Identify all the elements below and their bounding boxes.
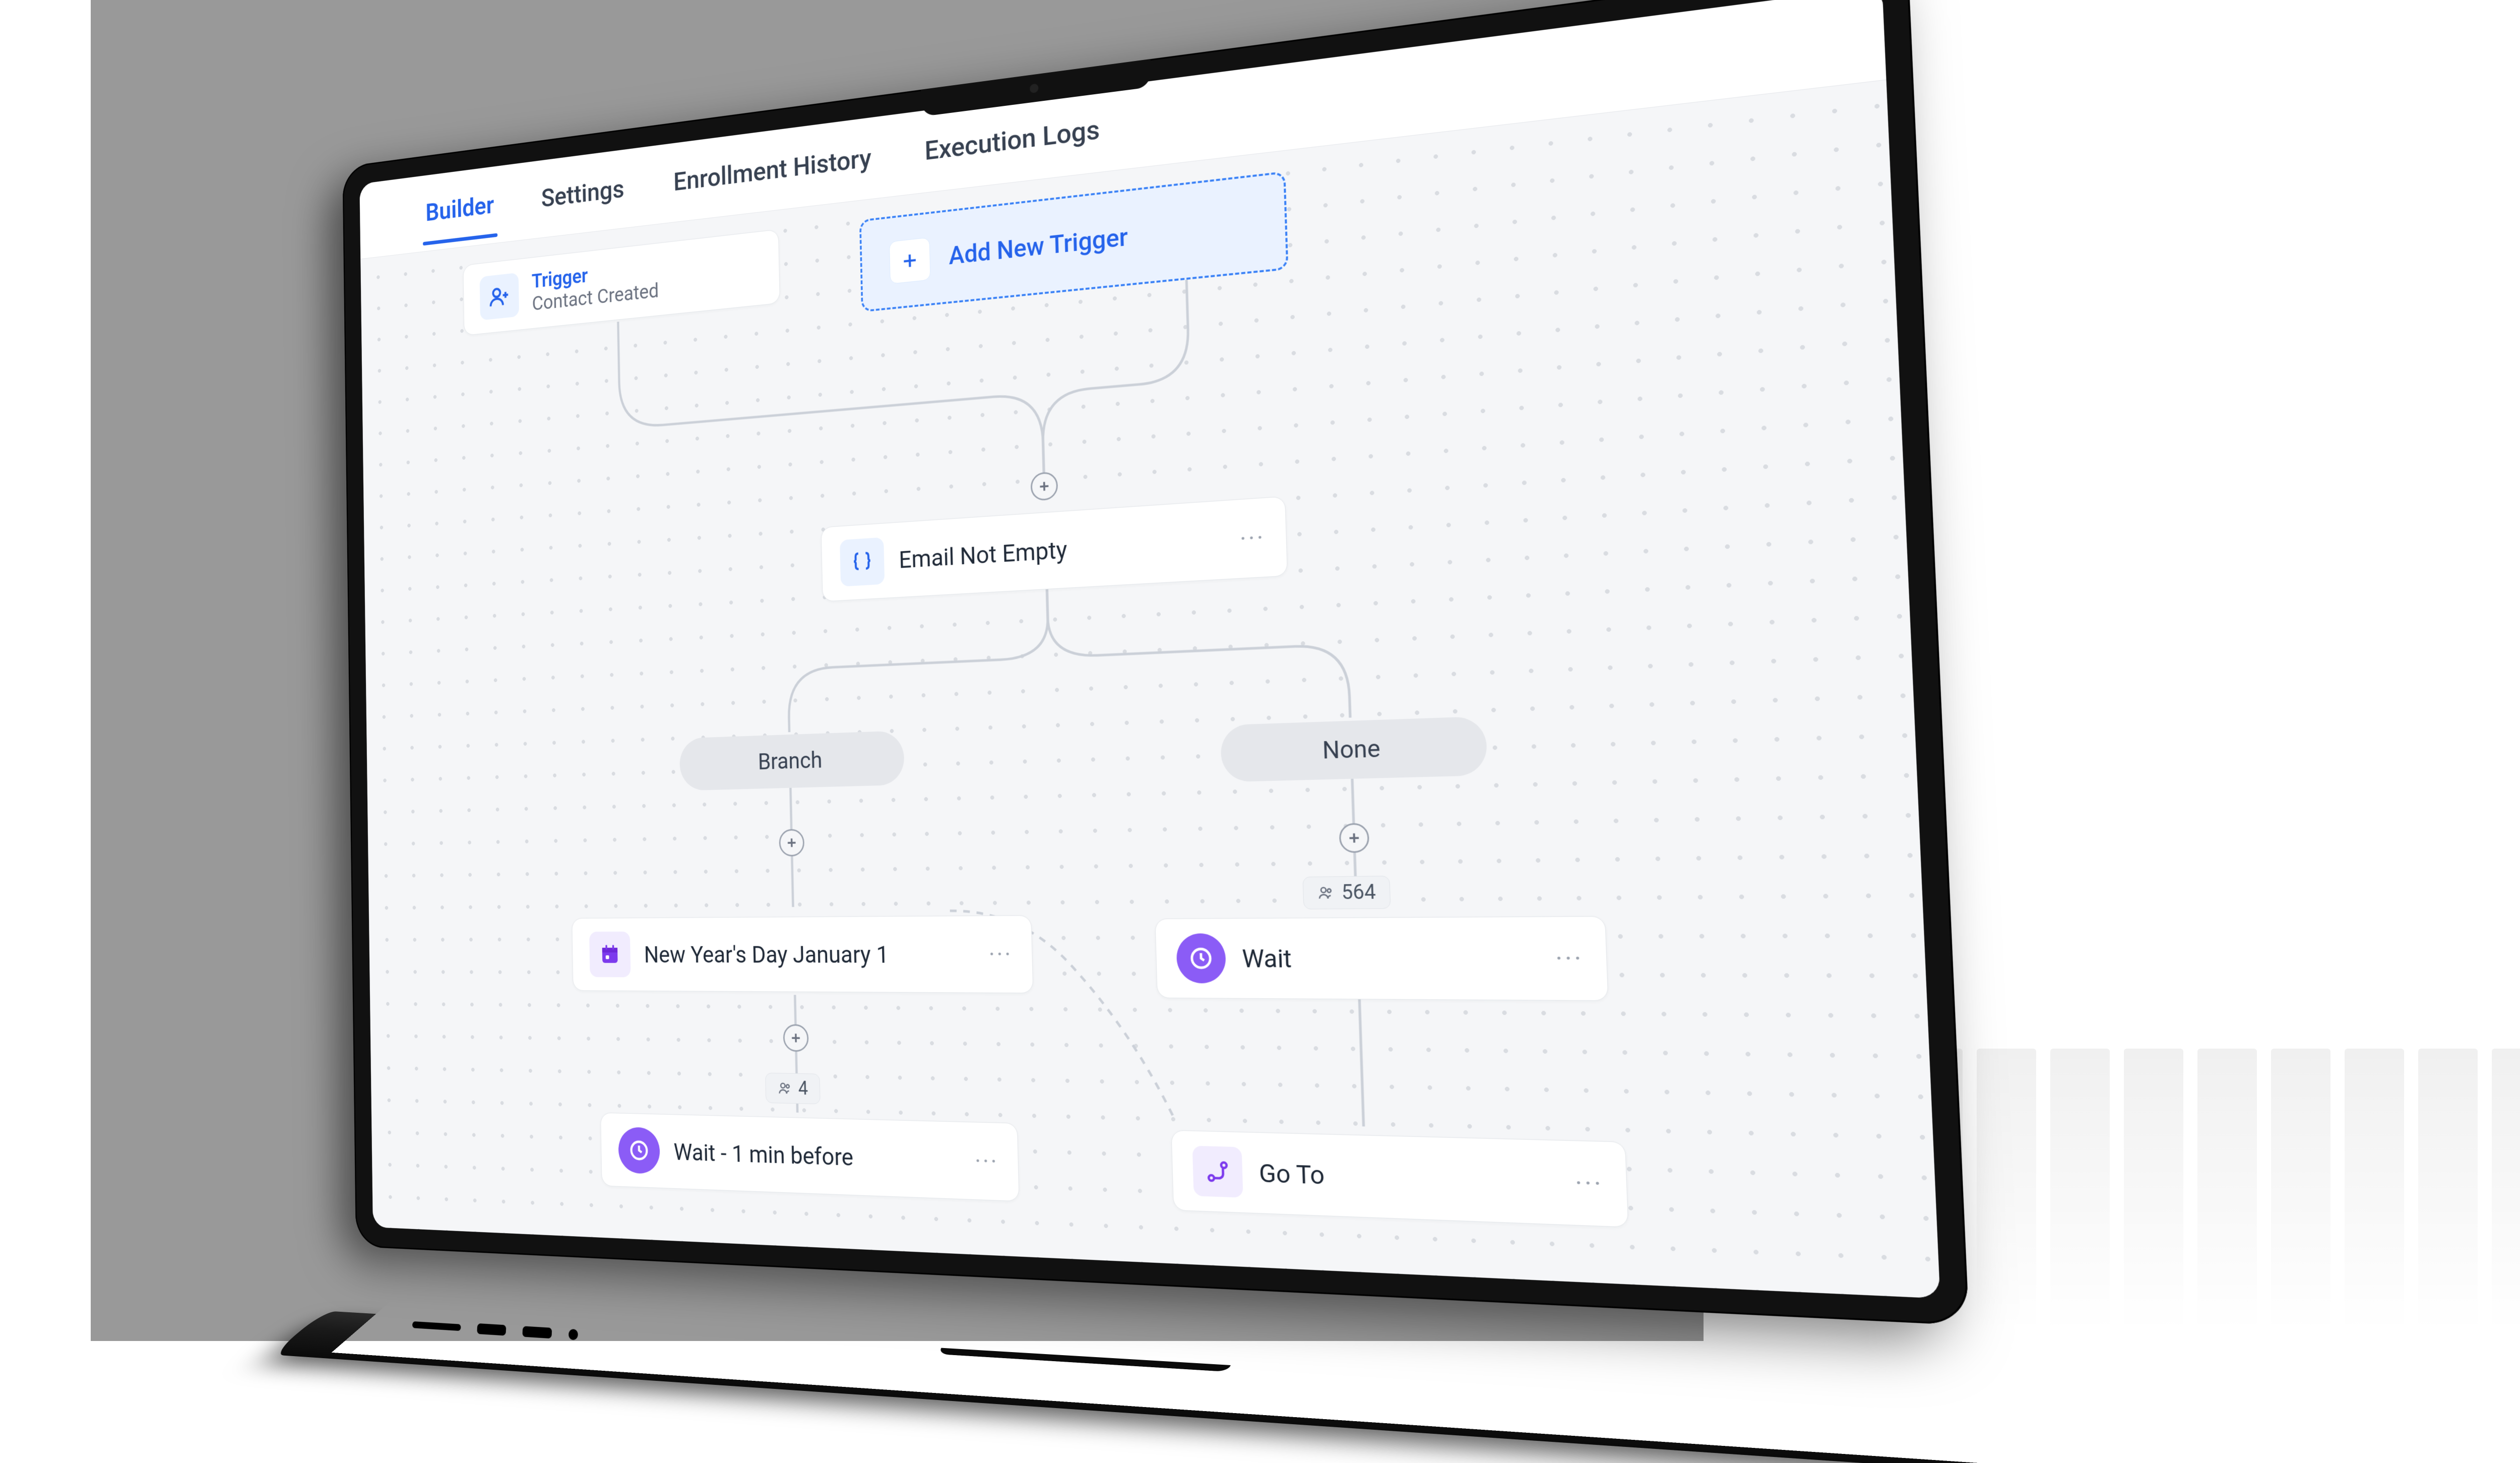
tab-bar: Builder Settings Enrollment History Exec…: [359, 0, 1886, 259]
goto-node[interactable]: Go To ···: [1171, 1130, 1628, 1228]
app-screen: Builder Settings Enrollment History Exec…: [359, 0, 1940, 1299]
enrollment-count-left: 4: [765, 1073, 821, 1105]
schedule-label: New Year's Day January 1: [644, 940, 889, 968]
wait-node-right[interactable]: Wait ···: [1155, 916, 1608, 1001]
trigger-node[interactable]: Trigger Contact Created: [463, 229, 780, 336]
more-icon[interactable]: ···: [974, 1146, 999, 1176]
add-trigger-label: Add New Trigger: [949, 223, 1128, 271]
count-value: 564: [1341, 881, 1376, 904]
more-icon[interactable]: ···: [1555, 943, 1584, 974]
schedule-node[interactable]: New Year's Day January 1 ···: [572, 916, 1033, 994]
more-icon[interactable]: ···: [1574, 1167, 1604, 1199]
condition-node[interactable]: Email Not Empty ···: [821, 496, 1288, 601]
branch-pill-left[interactable]: Branch: [679, 730, 905, 790]
count-value: 4: [798, 1078, 808, 1100]
user-plus-icon: [480, 273, 519, 321]
workflow-canvas[interactable]: Trigger Contact Created Add New Trigger: [360, 80, 1940, 1299]
add-step-button-left[interactable]: [779, 829, 804, 857]
braces-icon: [840, 537, 885, 587]
route-icon: [1192, 1146, 1243, 1198]
clock-icon: [618, 1127, 660, 1174]
wait-label: Wait: [1242, 943, 1292, 973]
plus-icon: [889, 237, 931, 284]
add-step-button-left-2[interactable]: [783, 1024, 808, 1052]
laptop-mockup: Builder Settings Enrollment History Exec…: [342, 0, 1974, 1431]
condition-label: Email Not Empty: [899, 535, 1067, 574]
clock-icon: [1176, 933, 1226, 983]
tab-settings[interactable]: Settings: [537, 155, 628, 232]
enrollment-count-right: 564: [1302, 876, 1391, 909]
add-step-button-right[interactable]: [1339, 823, 1369, 853]
calendar-icon: [589, 932, 631, 978]
goto-label: Go To: [1258, 1158, 1325, 1190]
more-icon[interactable]: ···: [1239, 523, 1266, 554]
wait-left-label: Wait - 1 min before: [673, 1138, 853, 1171]
tab-builder[interactable]: Builder: [422, 172, 497, 246]
branch-pill-right[interactable]: None: [1220, 716, 1488, 782]
add-step-button[interactable]: [1030, 471, 1058, 501]
wait-node-left[interactable]: Wait - 1 min before ···: [600, 1113, 1020, 1202]
more-icon[interactable]: ···: [988, 940, 1013, 968]
